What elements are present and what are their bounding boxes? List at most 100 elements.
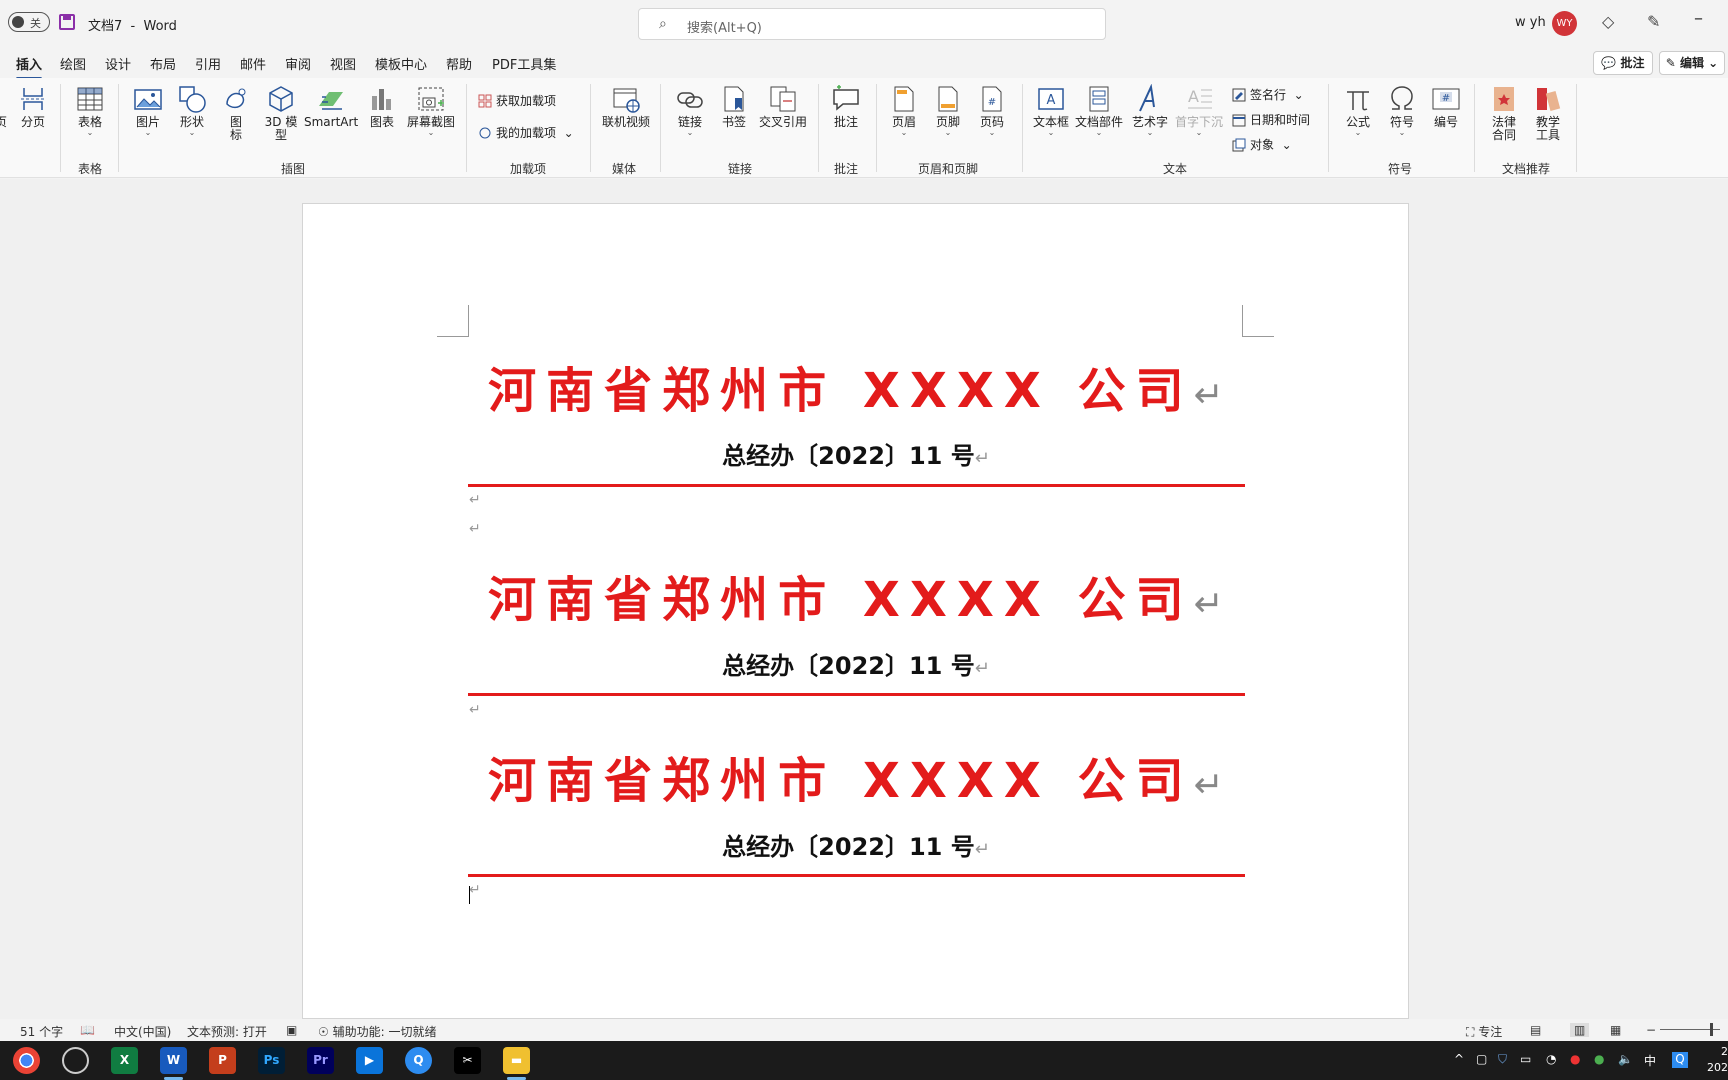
print-layout-icon[interactable]: ▥: [1570, 1023, 1590, 1037]
shapes-button[interactable]: 形状 ⌄: [176, 84, 208, 137]
icons-button[interactable]: 图 标: [220, 84, 252, 142]
equation-button[interactable]: 公式 ⌄: [1342, 84, 1374, 137]
cross-reference-label: 交叉引用: [758, 115, 807, 129]
zoom-out-button[interactable]: −: [1646, 1023, 1656, 1037]
accessibility-status[interactable]: ☉ 辅助功能: 一切就绪: [318, 1023, 436, 1040]
3d-model-button[interactable]: 3D 模 型: [264, 84, 298, 142]
macro-icon[interactable]: ▣: [286, 1023, 297, 1037]
editing-button[interactable]: ✎ 编辑 ⌄: [1659, 51, 1725, 75]
photoshop-icon[interactable]: Ps: [258, 1047, 285, 1074]
diamond-icon[interactable]: ◇: [1602, 12, 1614, 31]
page-button[interactable]: 页: [0, 84, 8, 129]
browser-app-icon[interactable]: Q: [405, 1047, 432, 1074]
tab-layout[interactable]: 布局: [150, 54, 176, 73]
capcut-icon[interactable]: ✂: [454, 1047, 481, 1074]
page-break-icon: [21, 88, 45, 110]
date-time-button[interactable]: 日期和时间: [1232, 111, 1310, 128]
minimize-button[interactable]: –: [1694, 8, 1703, 29]
cross-reference-button[interactable]: 交叉引用: [758, 84, 808, 129]
drop-cap-button[interactable]: A 首字下沉 ⌄: [1174, 84, 1224, 137]
footer-button[interactable]: 页脚 ⌄: [932, 84, 964, 137]
tab-draw[interactable]: 绘图: [60, 54, 86, 73]
qq-icon[interactable]: ●: [1570, 1052, 1580, 1066]
chart-button[interactable]: 图表: [366, 84, 398, 129]
bookmark-button[interactable]: 书签: [718, 84, 750, 129]
teaching-tools-button[interactable]: 教学 工具: [1532, 84, 1564, 142]
tab-view[interactable]: 视图: [330, 54, 356, 73]
new-comment-button[interactable]: 批注: [830, 84, 862, 129]
object-button[interactable]: 对象 ⌄: [1232, 136, 1292, 153]
accessibility-icon: ☉: [318, 1025, 329, 1039]
wechat-icon[interactable]: ●: [1594, 1052, 1604, 1066]
tray-app-icon[interactable]: ▢: [1476, 1052, 1487, 1066]
tab-mailings[interactable]: 邮件: [240, 54, 266, 73]
save-icon[interactable]: [59, 14, 75, 30]
symbol-button[interactable]: 符号 ⌄: [1386, 84, 1418, 137]
signature-line-button[interactable]: 签名行 ⌄: [1232, 86, 1304, 103]
tab-design[interactable]: 设计: [105, 54, 131, 73]
volume-icon[interactable]: 🔈: [1618, 1052, 1633, 1066]
textbox-button[interactable]: A 文本框 ⌄: [1032, 84, 1070, 137]
word-count[interactable]: 51 个字: [20, 1023, 63, 1040]
tab-references[interactable]: 引用: [195, 54, 221, 73]
screenshot-button[interactable]: 屏幕截图 ⌄: [406, 84, 456, 137]
group-label-header-footer: 页眉和页脚: [918, 162, 979, 176]
read-mode-icon[interactable]: 📖: [80, 1023, 95, 1037]
red-header-title[interactable]: 河南省郑州市 XXXX 公司↵: [468, 741, 1244, 811]
network-icon[interactable]: ◔: [1546, 1052, 1556, 1066]
page-break-button[interactable]: 分页: [18, 84, 48, 129]
tab-help[interactable]: 帮助: [446, 54, 472, 73]
red-header-title[interactable]: 河南省郑州市 XXXX 公司↵: [468, 351, 1244, 421]
link-button[interactable]: 链接 ⌄: [674, 84, 706, 137]
legal-contract-button[interactable]: 法律 合同: [1488, 84, 1520, 142]
premiere-icon[interactable]: Pr: [307, 1047, 334, 1074]
table-button[interactable]: 表格 ⌄: [74, 84, 106, 137]
tray-expand-icon[interactable]: ^: [1454, 1052, 1464, 1066]
document-number[interactable]: 总经办〔2022〕11 号↵: [468, 646, 1244, 681]
online-video-button[interactable]: 联机视频: [600, 84, 652, 129]
comment-icon: [833, 85, 859, 111]
document-number[interactable]: 总经办〔2022〕11 号↵: [468, 436, 1244, 471]
excel-icon[interactable]: X: [111, 1047, 138, 1074]
video-app-icon[interactable]: ▶: [356, 1047, 383, 1074]
search-box[interactable]: ⌕ 搜索(Alt+Q): [638, 8, 1106, 40]
wordart-button[interactable]: 艺术字 ⌄: [1130, 84, 1170, 137]
tray-q-icon[interactable]: Q: [1672, 1052, 1688, 1068]
security-icon[interactable]: ⛉: [1498, 1052, 1507, 1067]
web-layout-icon[interactable]: ▦: [1610, 1023, 1621, 1037]
page-number-button[interactable]: # 页码 ⌄: [976, 84, 1008, 137]
tab-pdf-tools[interactable]: PDF工具集: [492, 54, 556, 73]
tab-review[interactable]: 审阅: [285, 54, 311, 73]
quick-parts-button[interactable]: 文档部件 ⌄: [1074, 84, 1124, 137]
avatar[interactable]: WY: [1552, 11, 1577, 36]
chevron-down-icon: ⌄: [686, 128, 694, 137]
user-name[interactable]: w yh: [1515, 15, 1546, 30]
tab-insert[interactable]: 插入: [16, 54, 43, 80]
document-number[interactable]: 总经办〔2022〕11 号↵: [468, 827, 1244, 862]
comments-button[interactable]: 💬 批注: [1593, 51, 1653, 75]
powerpoint-icon[interactable]: P: [209, 1047, 236, 1074]
my-addins-button[interactable]: 我的加载项 ⌄: [478, 124, 574, 141]
focus-mode-button[interactable]: ⛶ 专注: [1466, 1023, 1502, 1040]
picture-button[interactable]: 图片 ⌄: [132, 84, 164, 137]
language-indicator[interactable]: 中文(中国): [114, 1023, 171, 1040]
clock[interactable]: 2 202: [1703, 1044, 1728, 1076]
input-method[interactable]: 中: [1644, 1052, 1656, 1069]
word-icon[interactable]: W: [160, 1047, 187, 1080]
file-explorer-icon[interactable]: ▬: [503, 1047, 530, 1080]
smartart-button[interactable]: SmartArt: [304, 84, 358, 129]
number-button[interactable]: # 编号: [1430, 84, 1462, 129]
pen-icon[interactable]: ✎: [1647, 12, 1660, 31]
obs-icon[interactable]: [62, 1047, 89, 1074]
red-header-title[interactable]: 河南省郑州市 XXXX 公司↵: [468, 560, 1244, 630]
chrome-icon[interactable]: [13, 1047, 40, 1074]
battery-icon[interactable]: ▭: [1520, 1052, 1531, 1066]
header-button[interactable]: 页眉 ⌄: [888, 84, 920, 137]
text-prediction[interactable]: 文本预测: 打开: [187, 1023, 267, 1040]
get-addins-button[interactable]: 获取加载项: [478, 92, 556, 109]
group-separator: [466, 84, 467, 172]
tab-template-center[interactable]: 模板中心: [375, 54, 427, 73]
autosave-toggle[interactable]: 关: [8, 12, 50, 32]
read-view-icon[interactable]: ▤: [1530, 1023, 1541, 1037]
zoom-slider-thumb[interactable]: [1710, 1023, 1713, 1036]
